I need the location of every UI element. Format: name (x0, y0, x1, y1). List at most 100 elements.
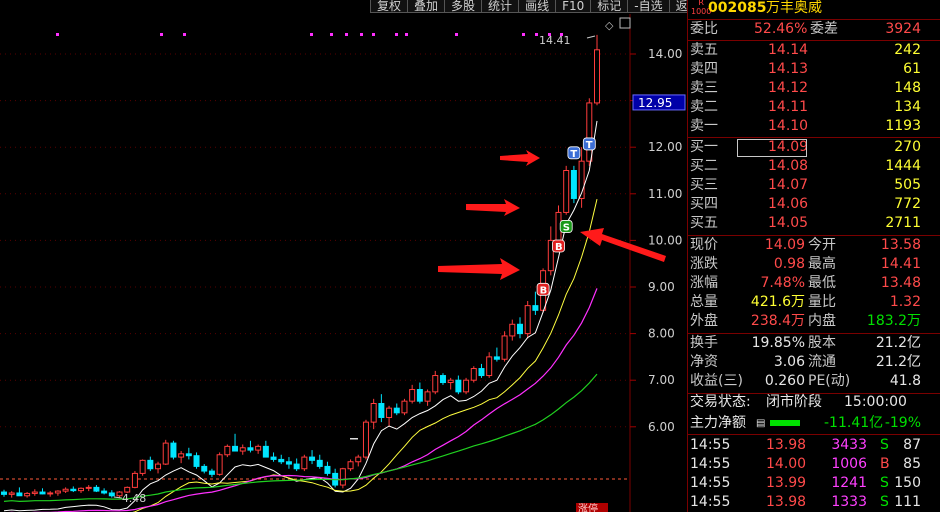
quote-label: 现价 (690, 237, 718, 253)
candle-body (1, 491, 7, 495)
candle-body (162, 442, 169, 465)
annotation-arrow (438, 258, 520, 280)
candle-body (247, 447, 254, 451)
y-tick-label: 12.00 (648, 140, 682, 154)
tick-row: 14:55 13.98 1333 S 111 (688, 493, 940, 512)
annotation-arrow (500, 150, 540, 166)
ask-price: 14.14 (768, 42, 809, 58)
tick-volume: 1333 (831, 494, 867, 510)
candle-body (309, 456, 316, 461)
finance-label: 换手 (690, 335, 718, 351)
stock-name: 万丰奥威 (766, 0, 822, 16)
candle-body (39, 491, 46, 495)
quote-label: 涨幅 (690, 275, 718, 291)
ask-volume: 148 (894, 80, 921, 96)
y-tick-label: 11.00 (648, 187, 682, 201)
bid-row: 买一 14.09 270 (688, 138, 940, 157)
finance-row: 收益(三) 0.260 PE(动) 41.8 (688, 372, 940, 391)
candle-body (416, 389, 423, 402)
finance-value: 21.2亿 (875, 354, 921, 370)
high-label: 14.41 (539, 34, 571, 47)
ma20-line (8, 288, 598, 512)
finance-label: 净资 (690, 354, 718, 370)
watchlist-button[interactable]: -自选 (627, 0, 669, 13)
weibi-label: 委比 (690, 21, 718, 37)
draw-line-button[interactable]: 画线 (518, 0, 556, 13)
bid-volume: 1444 (885, 158, 921, 174)
bid-label: 买三 (690, 177, 718, 193)
candle-body (239, 447, 246, 452)
ask-row: 卖五 14.14 242 (688, 41, 940, 60)
overlay-button[interactable]: 叠加 (407, 0, 445, 13)
candle-body (170, 442, 177, 458)
candle-body (24, 492, 31, 497)
candle-body (463, 379, 470, 393)
quote-value: 238.4万 (750, 313, 805, 329)
quote-row: 总量 421.6万 量比 1.32 (688, 293, 940, 312)
current-price-label: 12.95 (638, 96, 672, 110)
quote-label: 今开 (808, 237, 836, 253)
diamond-icon: ◇ (605, 19, 614, 32)
quote-row: 外盘 238.4万 内盘 183.2万 (688, 312, 940, 331)
candle-body (355, 456, 362, 463)
candle-body (509, 323, 516, 337)
bid-volume: 772 (894, 196, 921, 212)
event-marker (56, 33, 59, 36)
candle-body (108, 492, 115, 497)
statistics-button[interactable]: 统计 (481, 0, 519, 13)
tick-time: 14:55 (690, 494, 731, 510)
candle-body (270, 456, 277, 460)
fuquan-button[interactable]: 复权 (370, 0, 408, 13)
candle-body (131, 472, 138, 488)
signal-text: B (555, 242, 563, 253)
ask-volume: 1193 (885, 118, 921, 134)
trade-status-value: 闭市阶段 (766, 394, 822, 410)
mark-button[interactable]: 标记 (590, 0, 628, 13)
mainflow-menu-icon[interactable]: ▤ (756, 414, 765, 433)
y-tick-label: 8.00 (648, 327, 675, 341)
bid-row: 买三 14.07 505 (688, 176, 940, 195)
quote-value: 14.09 (764, 237, 805, 253)
candle-body (47, 492, 54, 495)
quote-label: 总量 (690, 294, 718, 310)
ask-price: 14.13 (768, 61, 809, 77)
multi-stock-button[interactable]: 多股 (444, 0, 482, 13)
ask-label: 卖五 (690, 42, 718, 58)
bid-label: 买一 (690, 139, 718, 155)
candle-body (439, 375, 446, 384)
candle-body (301, 456, 308, 470)
dash-mark (350, 438, 358, 440)
bid-price: 14.05 (768, 215, 809, 231)
event-marker (372, 33, 375, 36)
event-marker (160, 33, 163, 36)
candle-body (70, 488, 77, 492)
finance-value: 41.8 (889, 373, 921, 389)
candle-body (54, 490, 61, 494)
mainflow-row: 主力净额 ▤ -11.41亿 -19% (688, 414, 940, 433)
ask-label: 卖一 (690, 118, 718, 134)
candle-body (486, 356, 493, 377)
quote-row: 涨跌 0.98 最高 14.41 (688, 255, 940, 274)
tick-count: 111 (894, 494, 921, 510)
finance-value: 19.85% (751, 335, 805, 351)
tick-time: 14:55 (690, 456, 731, 472)
candlestick-chart[interactable]: 14.0013.0012.0011.0010.009.008.007.006.0… (0, 0, 686, 512)
candle-body (362, 421, 369, 458)
candle-body (216, 454, 223, 475)
bid-price: 14.08 (768, 158, 809, 174)
candle-body (193, 455, 200, 467)
candle-body (8, 492, 15, 495)
finance-row: 换手 19.85% 股本 21.2亿 (688, 334, 940, 353)
tick-side: S (880, 475, 889, 491)
weibi-value: 52.46% (754, 21, 808, 37)
candle-body (208, 470, 215, 475)
candle-body (262, 445, 269, 458)
f10-button[interactable]: F10 (555, 0, 591, 13)
ask-label: 卖三 (690, 80, 718, 96)
weibi-row: 委比 52.46% 委差 3924 (688, 20, 940, 39)
candle-body (185, 453, 192, 457)
ask-price: 14.11 (768, 99, 809, 115)
chart-toolbar: 复权 叠加 多股 统计 画线 F10 标记 -自选 返回 (370, 0, 706, 13)
signal-text: S (563, 222, 570, 233)
candle-body (101, 490, 108, 494)
